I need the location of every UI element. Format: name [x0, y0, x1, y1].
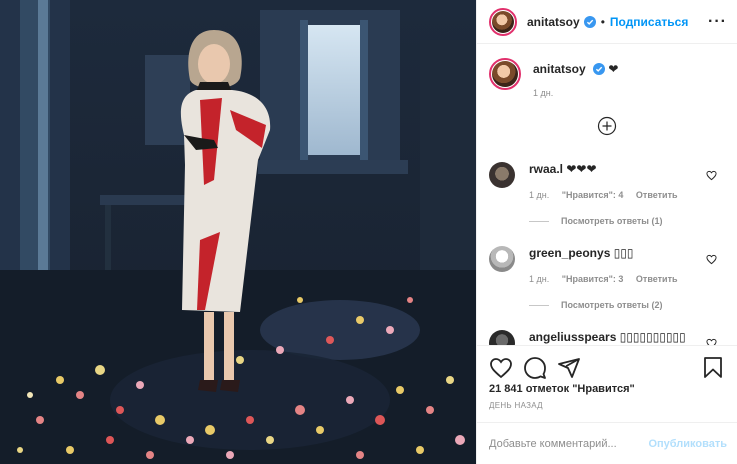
view-replies-button[interactable]: Посмотреть ответы (2): [529, 300, 725, 310]
comment-text: ❤❤❤: [566, 162, 597, 176]
caption-time: 1 дн.: [533, 88, 554, 98]
likes-label: "Нравится": [572, 383, 635, 395]
comment-text: ▯▯▯▯▯▯▯▯▯▯: [619, 330, 686, 344]
view-replies-button[interactable]: Посмотреть ответы (1): [529, 216, 725, 226]
caption-avatar[interactable]: [489, 58, 521, 90]
heart-icon[interactable]: [489, 356, 513, 380]
post-photo[interactable]: [0, 0, 476, 464]
comment-likes[interactable]: "Нравится": 3: [562, 274, 624, 284]
reply-button[interactable]: Ответить: [636, 274, 678, 284]
verified-icon: [593, 63, 606, 75]
reply-button[interactable]: Ответить: [636, 190, 678, 200]
author-username[interactable]: anitatsoy: [527, 15, 580, 29]
verified-icon: [583, 15, 596, 28]
author-avatar[interactable]: [489, 7, 517, 36]
commenter-username[interactable]: angeliusspears: [529, 330, 616, 344]
post-date: День назад: [489, 401, 543, 410]
comments-list[interactable]: anitatsoy ❤ 1 дн. rwaa.l ❤❤❤ 1 дн. "Нрав…: [477, 44, 737, 345]
post-header: anitatsoy • Подписаться ···: [477, 0, 737, 44]
comment-heart-icon[interactable]: [706, 254, 717, 265]
comment-likes[interactable]: "Нравится": 4: [562, 190, 624, 200]
caption-username[interactable]: anitatsoy: [533, 62, 586, 76]
likes-number: 21 841 отметок: [489, 383, 570, 395]
caption-text: anitatsoy ❤: [533, 62, 618, 76]
comment-time: 1 дн.: [529, 274, 550, 284]
follow-button[interactable]: Подписаться: [610, 15, 688, 29]
commenter-username[interactable]: rwaa.l: [529, 162, 563, 176]
comment-heart-icon[interactable]: [706, 338, 717, 345]
comment-item: green_peonys ▯▯▯ 1 дн. "Нравится": 3 Отв…: [489, 246, 725, 310]
likes-count[interactable]: 21 841 отметок "Нравится": [477, 383, 737, 395]
comment-item: rwaa.l ❤❤❤ 1 дн. "Нравится": 4 Ответить …: [489, 162, 725, 226]
commenter-avatar[interactable]: [489, 330, 515, 345]
more-options-icon[interactable]: ···: [708, 13, 727, 31]
view-replies-label: Посмотреть ответы (2): [561, 300, 663, 310]
load-more-icon[interactable]: [597, 116, 617, 136]
view-replies-label: Посмотреть ответы (1): [561, 216, 663, 226]
instagram-post: anitatsoy • Подписаться ··· anitatsoy ❤ …: [0, 0, 737, 464]
comment-text: ▯▯▯: [613, 246, 634, 260]
save-icon[interactable]: [701, 356, 725, 380]
commenter-avatar[interactable]: [489, 162, 515, 188]
add-comment-bar: Опубликовать: [477, 422, 737, 464]
commenter-avatar[interactable]: [489, 246, 515, 272]
comment-heart-icon[interactable]: [706, 170, 717, 181]
comment-input[interactable]: [489, 437, 649, 450]
post-image: [0, 0, 476, 464]
publish-button[interactable]: Опубликовать: [648, 438, 727, 450]
separator-dot: •: [600, 14, 605, 29]
post-side-panel: anitatsoy • Подписаться ··· anitatsoy ❤ …: [476, 0, 737, 464]
commenter-username[interactable]: green_peonys: [529, 246, 610, 260]
caption-body: ❤: [608, 62, 619, 76]
comment-icon[interactable]: [523, 356, 547, 380]
share-icon[interactable]: [557, 356, 581, 380]
comment-item: angeliusspears ▯▯▯▯▯▯▯▯▯▯: [489, 330, 725, 345]
comment-time: 1 дн.: [529, 190, 550, 200]
caption: anitatsoy ❤ 1 дн.: [489, 44, 725, 98]
